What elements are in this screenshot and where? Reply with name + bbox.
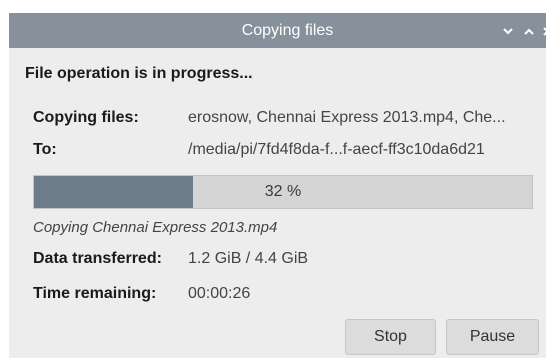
title-bar[interactable]: Copying files xyxy=(9,13,546,48)
copying-files-label: Copying files: xyxy=(33,109,139,126)
data-transferred-label: Data transferred: xyxy=(33,250,162,267)
chevron-up-icon xyxy=(524,28,534,35)
dialog-body: File operation is in progress... Copying… xyxy=(9,48,546,358)
time-remaining-label: Time remaining: xyxy=(33,285,157,302)
chevron-down-icon xyxy=(503,27,513,34)
operation-heading: File operation is in progress... xyxy=(25,65,253,82)
stop-button[interactable]: Stop xyxy=(345,319,436,355)
data-transferred-value: 1.2 GiB / 4.4 GiB xyxy=(188,250,309,267)
close-button[interactable] xyxy=(538,22,546,40)
progress-percent: 32 % xyxy=(264,183,302,200)
window-title: Copying files xyxy=(241,22,334,39)
pause-button[interactable]: Pause xyxy=(446,319,539,355)
copying-files-value: erosnow, Chennai Express 2013.mp4, Che..… xyxy=(188,109,506,126)
minimize-button[interactable] xyxy=(499,22,517,40)
destination-value: /media/pi/7fd4f8da-f...f-aecf-ff3c10da6d… xyxy=(188,141,485,158)
time-remaining-value: 00:00:26 xyxy=(188,285,251,302)
current-file-status: Copying Chennai Express 2013.mp4 xyxy=(33,219,278,236)
copy-dialog-window: Copying files File operation is in progr… xyxy=(9,13,546,358)
progress-bar: 32 % xyxy=(33,175,533,209)
close-icon xyxy=(542,26,546,36)
maximize-button[interactable] xyxy=(520,22,538,40)
destination-label: To: xyxy=(33,141,57,158)
